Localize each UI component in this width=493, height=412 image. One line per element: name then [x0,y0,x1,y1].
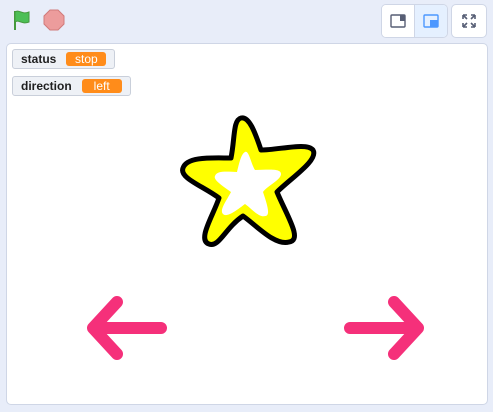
left-arrow-sprite[interactable] [81,292,171,364]
stage-canvas[interactable]: status stop direction left [6,43,488,405]
variable-monitor-status[interactable]: status stop [12,49,115,69]
monitor-value: stop [66,52,107,66]
green-flag-button[interactable] [8,6,36,34]
stage-header [0,0,493,42]
small-stage-icon [390,14,406,28]
right-arrow-sprite[interactable] [340,292,430,364]
star-sprite[interactable] [179,112,319,252]
large-stage-icon [423,14,439,28]
left-arrow-icon [87,296,167,360]
fullscreen-icon [462,14,476,28]
monitor-value: left [81,79,122,93]
small-stage-button[interactable] [382,5,414,37]
variable-monitor-direction[interactable]: direction left [12,76,131,96]
monitor-label: status [21,52,57,66]
right-arrow-icon [344,296,424,360]
stage-size-toggle [381,4,448,38]
stop-button[interactable] [40,6,68,34]
fullscreen-button[interactable] [451,4,487,38]
stop-sign-icon [43,9,65,31]
star-icon [180,115,317,247]
green-flag-icon [14,10,30,30]
monitor-label: direction [21,79,72,93]
large-stage-button[interactable] [414,5,447,37]
